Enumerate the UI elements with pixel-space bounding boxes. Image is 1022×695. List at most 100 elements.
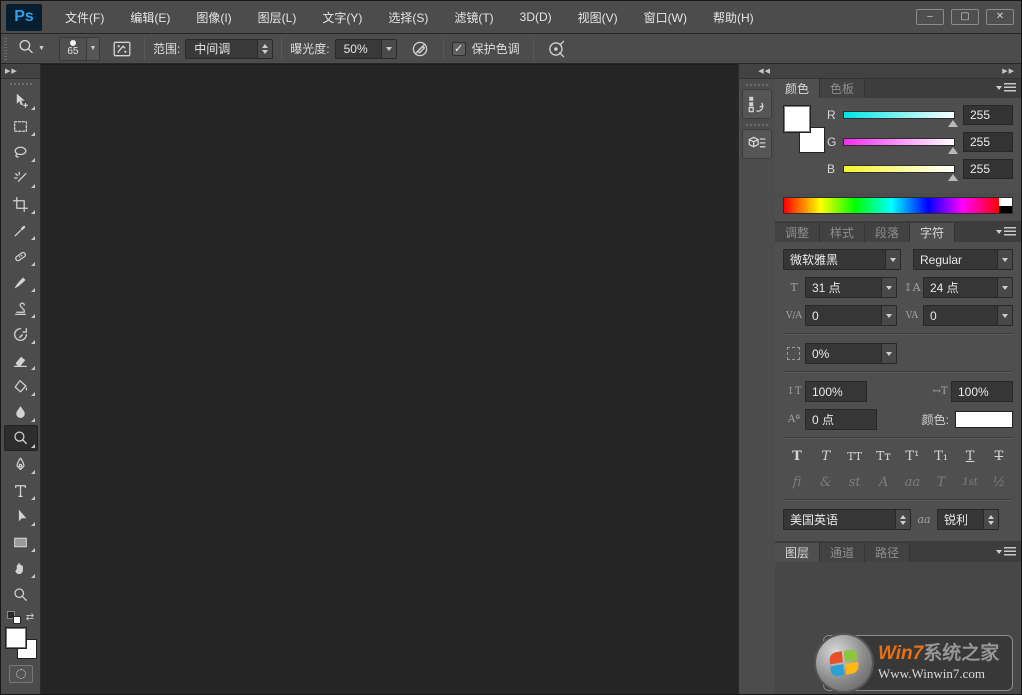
swash-button[interactable]: A [874,473,894,491]
dock-collapse-button[interactable]: ▶▶ [775,64,1021,79]
panel-menu-button[interactable] [996,83,1016,92]
dock-expand-button[interactable]: ◀◀ [739,64,775,79]
menu-layer[interactable]: 图层(L) [245,1,310,34]
menu-3d[interactable]: 3D(D) [507,1,565,34]
canvas-area[interactable] [41,64,738,694]
tab-swatches[interactable]: 色板 [820,79,865,98]
tab-color[interactable]: 颜色 [775,79,820,98]
language-dropdown[interactable]: 美国英语 [783,509,911,530]
tab-styles[interactable]: 样式 [820,223,865,242]
quick-selection-tool[interactable] [4,165,38,191]
menu-edit[interactable]: 编辑(E) [117,1,183,34]
menu-image[interactable]: 图像(I) [183,1,244,34]
minimize-button[interactable]: – [916,9,944,25]
faux-bold-button[interactable]: T [787,447,807,465]
tracking-dropdown[interactable]: 0 [923,305,1013,326]
tab-character[interactable]: 字符 [910,223,955,242]
underline-button[interactable]: T [960,447,980,465]
titling-alternates-button[interactable]: T [931,473,951,491]
panel-menu-button[interactable] [996,547,1016,556]
crop-tool[interactable] [4,191,38,217]
anti-alias-dropdown[interactable]: 锐利 [937,509,999,530]
menu-select[interactable]: 选择(S) [375,1,441,34]
hand-tool[interactable] [4,555,38,581]
clone-stamp-tool[interactable] [4,295,38,321]
red-value-field[interactable]: 255 [963,105,1013,125]
hue-ramp[interactable] [784,198,999,213]
strikethrough-button[interactable]: T [989,447,1009,465]
lasso-tool[interactable] [4,139,38,165]
menu-view[interactable]: 视图(V) [565,1,631,34]
eraser-tool[interactable] [4,347,38,373]
blur-tool[interactable] [4,399,38,425]
font-size-dropdown[interactable]: 31 点 [805,277,897,298]
tablet-pressure-button[interactable] [546,40,568,58]
brush-tool[interactable] [4,269,38,295]
history-panel-icon[interactable] [742,89,772,119]
baseline-shift-field[interactable]: 0 点 [805,409,877,430]
zoom-tool[interactable] [4,581,38,607]
default-colors-icon[interactable] [7,611,21,624]
white-swatch[interactable] [999,198,1012,206]
foreground-color-swatch[interactable] [5,627,27,649]
tab-channels[interactable]: 通道 [820,543,865,562]
slider-thumb[interactable] [948,147,958,154]
fractions-button[interactable]: ½ [989,473,1009,491]
stylistic-alternates-button[interactable]: aa [902,473,922,491]
airbrush-toggle-button[interactable] [409,40,431,58]
toolbar-gripper[interactable] [10,83,32,85]
history-brush-tool[interactable] [4,321,38,347]
proportional-spacing-dropdown[interactable]: 0% [805,343,897,364]
menu-help[interactable]: 帮助(H) [700,1,767,34]
menu-type[interactable]: 文字(Y) [309,1,375,34]
quick-mask-button[interactable] [9,665,33,683]
subscript-button[interactable]: T₁ [931,447,951,465]
blue-value-field[interactable]: 255 [963,159,1013,179]
font-family-dropdown[interactable]: 微软雅黑 [783,249,901,270]
panel-menu-button[interactable] [996,227,1016,236]
path-selection-tool[interactable] [4,503,38,529]
leading-dropdown[interactable]: 24 点 [923,277,1013,298]
font-style-dropdown[interactable]: Regular [913,249,1013,270]
vertical-scale-field[interactable]: 100% [805,381,867,402]
rectangular-marquee-tool[interactable] [4,113,38,139]
menu-file[interactable]: 文件(F) [52,1,117,34]
green-value-field[interactable]: 255 [963,132,1013,152]
text-color-swatch[interactable] [955,411,1013,428]
dock-gripper[interactable] [746,124,768,126]
move-tool[interactable] [4,87,38,113]
menu-window[interactable]: 窗口(W) [631,1,700,34]
ordinals-button[interactable]: 1st [960,473,980,491]
color-spectrum-ramp[interactable] [783,197,1013,214]
contextual-alternates-button[interactable]: & [816,473,836,491]
protect-tones-checkbox[interactable]: ✓ [452,42,466,56]
properties-panel-icon[interactable] [742,129,772,159]
horizontal-scale-field[interactable]: 100% [951,381,1013,402]
maximize-button[interactable]: ▢ [951,9,979,25]
toolbar-collapse-button[interactable]: ▶▶ [1,64,40,79]
close-button[interactable]: ✕ [986,9,1014,25]
discretionary-ligatures-button[interactable]: st [845,473,865,491]
tab-layers[interactable]: 图层 [775,543,820,562]
toggle-brush-panel-button[interactable] [112,40,132,58]
menu-filter[interactable]: 滤镜(T) [441,1,506,34]
red-slider[interactable] [843,111,955,119]
tab-adjustments[interactable]: 调整 [775,223,820,242]
kerning-dropdown[interactable]: 0 [805,305,897,326]
slider-thumb[interactable] [948,120,958,127]
range-dropdown[interactable]: 中间调 [185,39,273,59]
tab-paths[interactable]: 路径 [865,543,910,562]
superscript-button[interactable]: T¹ [902,447,922,465]
options-bar-gripper[interactable] [4,38,7,60]
rectangle-tool[interactable] [4,529,38,555]
blue-slider[interactable] [843,165,955,173]
spot-healing-brush-tool[interactable] [4,243,38,269]
slider-thumb[interactable] [948,174,958,181]
foreground-color-swatch[interactable] [783,105,811,133]
eyedropper-tool[interactable] [4,217,38,243]
green-slider[interactable] [843,138,955,146]
brush-size-picker[interactable]: 65 ▼ [59,37,100,61]
dodge-tool[interactable] [4,425,38,451]
dock-gripper[interactable] [746,84,768,86]
type-tool[interactable] [4,477,38,503]
